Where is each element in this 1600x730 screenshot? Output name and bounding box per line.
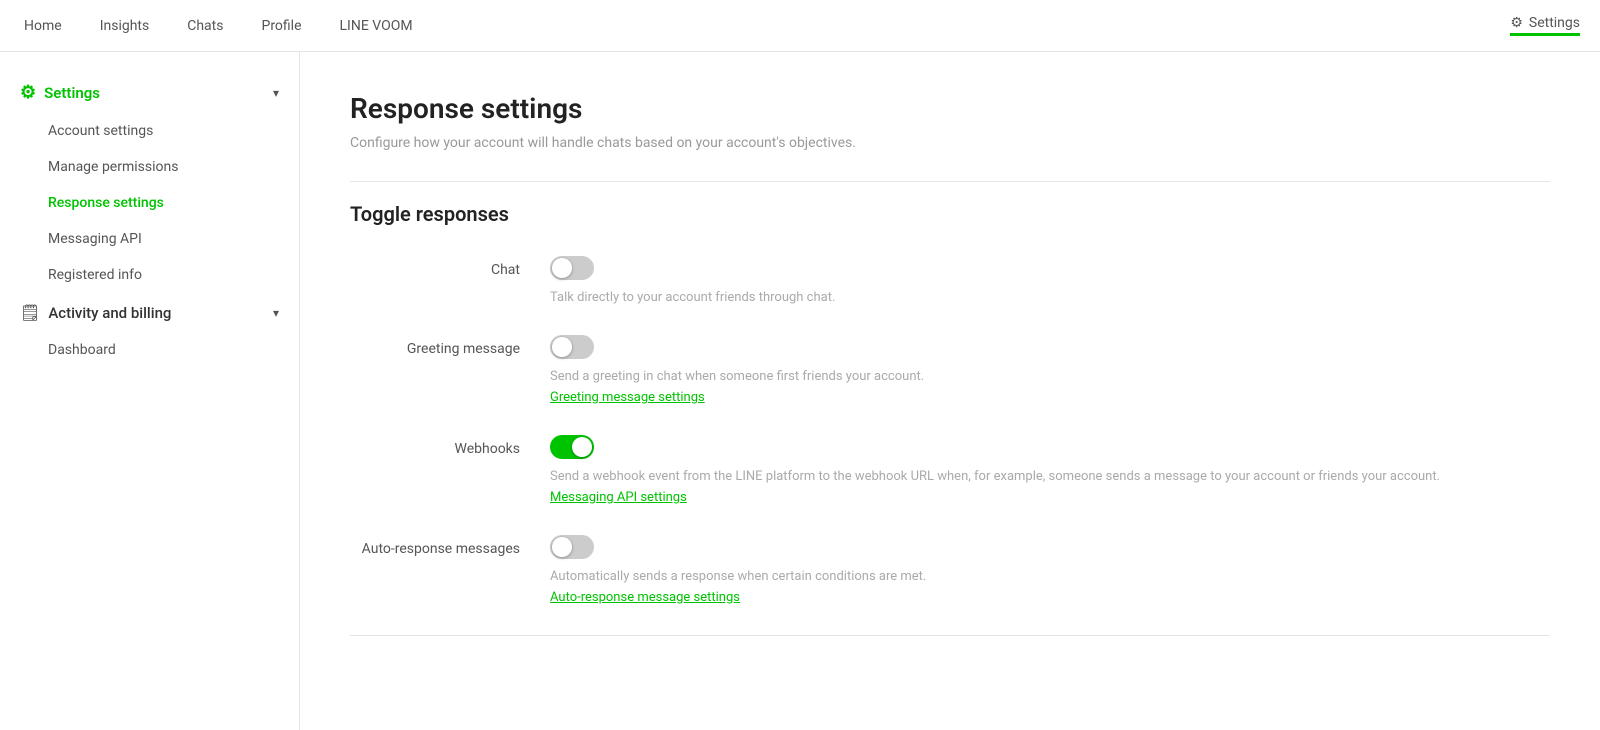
main-content: Response settings Configure how your acc… <box>300 52 1600 730</box>
toggle-label-greeting: Greeting message <box>350 335 550 357</box>
toggle-section-title: Toggle responses <box>350 202 1550 226</box>
toggle-content-webhooks: Send a webhook event from the LINE platf… <box>550 435 1550 505</box>
nav-home[interactable]: Home <box>20 18 66 34</box>
toggle-desc-greeting: Send a greeting in chat when someone fir… <box>550 369 1550 384</box>
title-divider <box>350 181 1550 182</box>
top-nav: Home Insights Chats Profile LINE VOOM ⚙ … <box>0 0 1600 52</box>
toggle-content-chat: Talk directly to your account friends th… <box>550 256 1550 305</box>
sidebar-item-response-settings[interactable]: Response settings <box>0 185 299 221</box>
nav-settings-label: Settings <box>1529 15 1580 31</box>
settings-icon: ⚙ <box>20 82 36 103</box>
nav-insights[interactable]: Insights <box>96 18 154 34</box>
toggle-row-autoresponse: Auto-response messages Automatically sen… <box>350 535 1550 605</box>
toggle-thumb-greeting <box>552 337 572 357</box>
page-subtitle: Configure how your account will handle c… <box>350 135 1550 151</box>
sidebar: ⚙ Settings ▾ Account settings Manage per… <box>0 52 300 730</box>
toggle-label-autoresponse: Auto-response messages <box>350 535 550 557</box>
sidebar-item-messaging-api[interactable]: Messaging API <box>0 221 299 257</box>
sidebar-billing-section[interactable]: 🗒 Activity and billing ▾ <box>0 293 299 332</box>
sidebar-item-registered-info[interactable]: Registered info <box>0 257 299 293</box>
nav-links: Home Insights Chats Profile LINE VOOM <box>20 18 1510 34</box>
toggle-switch-autoresponse[interactable] <box>550 535 594 559</box>
toggle-thumb-chat <box>552 258 572 278</box>
main-layout: ⚙ Settings ▾ Account settings Manage per… <box>0 52 1600 730</box>
sidebar-item-dashboard[interactable]: Dashboard <box>0 332 299 368</box>
sidebar-settings-section[interactable]: ⚙ Settings ▾ <box>0 72 299 113</box>
billing-icon: 🗒 <box>20 303 40 322</box>
billing-chevron-icon: ▾ <box>273 306 279 320</box>
toggle-switch-greeting[interactable] <box>550 335 594 359</box>
toggle-desc-chat: Talk directly to your account friends th… <box>550 290 1550 305</box>
toggle-label-webhooks: Webhooks <box>350 435 550 457</box>
sidebar-billing-title: 🗒 Activity and billing <box>20 303 171 322</box>
gear-icon: ⚙ <box>1510 15 1523 31</box>
page-title: Response settings <box>350 92 1550 125</box>
toggle-desc-autoresponse: Automatically sends a response when cert… <box>550 569 1550 584</box>
sidebar-item-account-settings[interactable]: Account settings <box>0 113 299 149</box>
nav-linevoom[interactable]: LINE VOOM <box>336 18 417 34</box>
autoresponse-settings-link[interactable]: Auto-response message settings <box>550 590 740 605</box>
nav-profile[interactable]: Profile <box>257 18 305 34</box>
toggle-thumb-autoresponse <box>552 537 572 557</box>
toggle-desc-webhooks: Send a webhook event from the LINE platf… <box>550 469 1550 484</box>
toggle-row-webhooks: Webhooks Send a webhook event from the L… <box>350 435 1550 505</box>
greeting-message-settings-link[interactable]: Greeting message settings <box>550 390 705 405</box>
bottom-divider <box>350 635 1550 636</box>
settings-chevron-icon: ▾ <box>273 86 279 100</box>
toggle-thumb-webhooks <box>572 437 592 457</box>
nav-chats[interactable]: Chats <box>183 18 227 34</box>
nav-settings[interactable]: ⚙ Settings <box>1510 15 1580 36</box>
messaging-api-settings-link[interactable]: Messaging API settings <box>550 490 687 505</box>
toggle-label-chat: Chat <box>350 256 550 278</box>
toggle-content-greeting: Send a greeting in chat when someone fir… <box>550 335 1550 405</box>
toggle-content-autoresponse: Automatically sends a response when cert… <box>550 535 1550 605</box>
toggle-row-chat: Chat Talk directly to your account frien… <box>350 256 1550 305</box>
sidebar-settings-title: ⚙ Settings <box>20 82 100 103</box>
toggle-row-greeting: Greeting message Send a greeting in chat… <box>350 335 1550 405</box>
sidebar-item-manage-permissions[interactable]: Manage permissions <box>0 149 299 185</box>
toggle-switch-webhooks[interactable] <box>550 435 594 459</box>
toggle-switch-chat[interactable] <box>550 256 594 280</box>
